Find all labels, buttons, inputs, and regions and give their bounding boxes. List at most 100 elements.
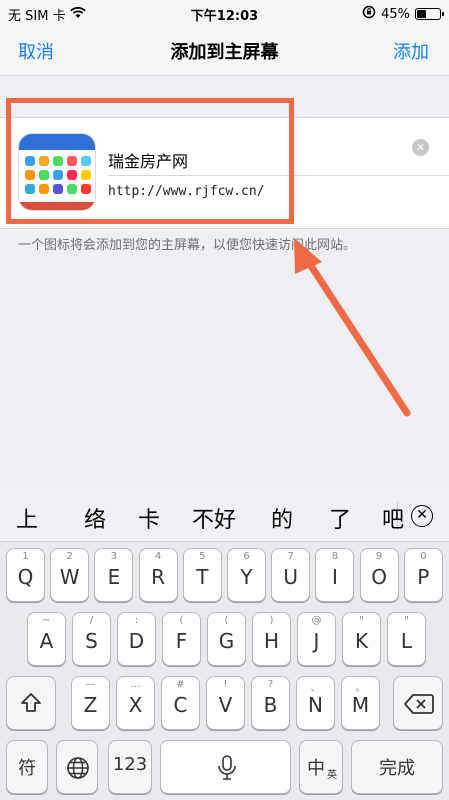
key-y[interactable]: 6Y	[227, 548, 266, 602]
key-label: S	[85, 629, 98, 653]
key-l[interactable]: " L	[387, 612, 426, 666]
key-hint: (	[179, 615, 184, 626]
bookmark-url: http://www.rjfcw.cn/	[108, 184, 265, 199]
key-hint: 5	[199, 551, 206, 562]
key-hint: @	[311, 615, 322, 626]
key-hint: /	[89, 615, 94, 626]
key-h[interactable]: ) H	[252, 612, 291, 666]
key-label: P	[417, 565, 430, 589]
candidate-word[interactable]: 络	[84, 502, 106, 534]
delete-key[interactable]	[393, 676, 443, 730]
key-label: U	[283, 565, 298, 589]
key-g[interactable]: (G	[207, 612, 246, 666]
bookmark-name-field[interactable]: 瑞金房产网	[108, 148, 188, 172]
key-w[interactable]: 2W	[50, 548, 90, 602]
space-key[interactable]	[160, 740, 291, 794]
key-label: T	[196, 565, 209, 589]
key-hint: (	[224, 615, 229, 626]
key-k[interactable]: " K	[342, 612, 381, 666]
key-label: I	[331, 565, 338, 589]
key-label: Z	[83, 693, 98, 717]
key-a[interactable]: ~ A	[27, 612, 66, 666]
clear-text-button[interactable]: ✕	[412, 139, 429, 156]
candidate-word[interactable]: 吧	[382, 502, 404, 534]
key-hint: 。	[355, 683, 366, 694]
key-n[interactable]: 、 N	[296, 676, 335, 730]
symbol-key[interactable]: 符	[6, 740, 48, 794]
key-v[interactable]: ! V	[206, 676, 245, 730]
key-label: L	[400, 629, 413, 653]
candidate-word[interactable]: 上	[16, 502, 38, 534]
key-hint: 6	[243, 551, 250, 562]
key-d[interactable]: :D	[117, 612, 156, 666]
backspace-icon	[404, 693, 434, 720]
key-f[interactable]: (F	[162, 612, 201, 666]
key-c[interactable]: # C	[161, 676, 200, 730]
key-label: E	[107, 565, 121, 589]
shift-key[interactable]	[6, 676, 56, 730]
key-hint: 1	[22, 551, 29, 562]
numbers-key-label: 123	[112, 754, 148, 775]
key-label: J	[313, 629, 320, 653]
key-hint: "	[404, 615, 409, 626]
key-p[interactable]: 0P	[403, 548, 443, 602]
candidate-word[interactable]: 了	[329, 502, 351, 534]
keyboard: ✕ 上络卡不好的了吧 1 Q 2 W 3 E 4 R 5 T 6 Y 7 U 8 I 9 O 0 P ~ A / S: D(F(…	[0, 490, 449, 800]
key-i[interactable]: 8I	[315, 548, 355, 602]
key-hint: 7	[287, 551, 294, 562]
key-label: H	[263, 629, 280, 653]
key-label: K	[354, 629, 369, 653]
status-bar: 无 SIM 卡 下午12:03 45%	[0, 0, 449, 26]
key-label: V	[218, 693, 233, 717]
key-label: F	[175, 629, 188, 653]
candidate-word[interactable]: 卡	[138, 502, 160, 534]
orientation-lock-icon	[362, 5, 376, 23]
bookmark-card: 瑞金房产网 http://www.rjfcw.cn/ ✕	[0, 117, 449, 229]
key-label: D	[128, 629, 145, 653]
done-key[interactable]: 完成	[351, 740, 443, 794]
numbers-key[interactable]: 123	[108, 740, 152, 794]
microphone-icon	[217, 755, 237, 786]
key-t[interactable]: 5T	[182, 548, 222, 602]
key-hint: !	[223, 679, 228, 690]
key-hint: 9	[375, 551, 383, 562]
globe-icon	[66, 756, 90, 785]
candidate-bar: ✕ 上 络卡不好 的 了吧	[0, 490, 449, 542]
key-label: C	[173, 693, 188, 717]
symbol-key-label: 符	[18, 758, 36, 779]
globe-key[interactable]	[56, 740, 98, 794]
key-hint: ?	[267, 679, 274, 690]
key-q[interactable]: 1Q	[6, 548, 45, 602]
key-x[interactable]: … X	[116, 676, 155, 730]
divider	[108, 175, 449, 176]
candidate-word[interactable]: 不好	[192, 502, 236, 534]
key-label: M	[351, 693, 370, 717]
key-b[interactable]: ? B	[251, 676, 290, 730]
key-hint: 、	[310, 683, 321, 694]
key-label: B	[263, 693, 278, 717]
key-hint: 0	[420, 551, 427, 562]
key-hint: …	[130, 679, 141, 690]
key-u[interactable]: 7U	[271, 548, 311, 602]
dismiss-candidates-icon[interactable]: ✕	[411, 505, 433, 527]
key-label: W	[59, 565, 80, 589]
key-hint: 3	[110, 551, 118, 562]
key-hint: 2	[66, 551, 73, 562]
key-e[interactable]: 3E	[94, 548, 134, 602]
key-j[interactable]: @ J	[297, 612, 336, 666]
key-label: R	[151, 565, 166, 589]
candidate-word[interactable]: 的	[271, 502, 293, 534]
key-r[interactable]: 4R	[138, 548, 178, 602]
key-label: N	[308, 693, 323, 717]
battery-percent: 45%	[381, 6, 410, 22]
language-switch-key[interactable]: 中英	[299, 740, 343, 794]
key-s[interactable]: / S	[72, 612, 111, 666]
key-hint: ~	[42, 615, 51, 626]
hint-text: 一个图标将会添加到您的主屏幕，以便您快速访问此网站。	[18, 238, 357, 253]
key-m[interactable]: 。 M	[341, 676, 380, 730]
add-button[interactable]: 添加	[393, 38, 429, 64]
key-hint: #	[176, 679, 185, 690]
key-z[interactable]: — Z	[71, 676, 110, 730]
key-label: A	[39, 629, 54, 653]
key-o[interactable]: 9O	[359, 548, 399, 602]
